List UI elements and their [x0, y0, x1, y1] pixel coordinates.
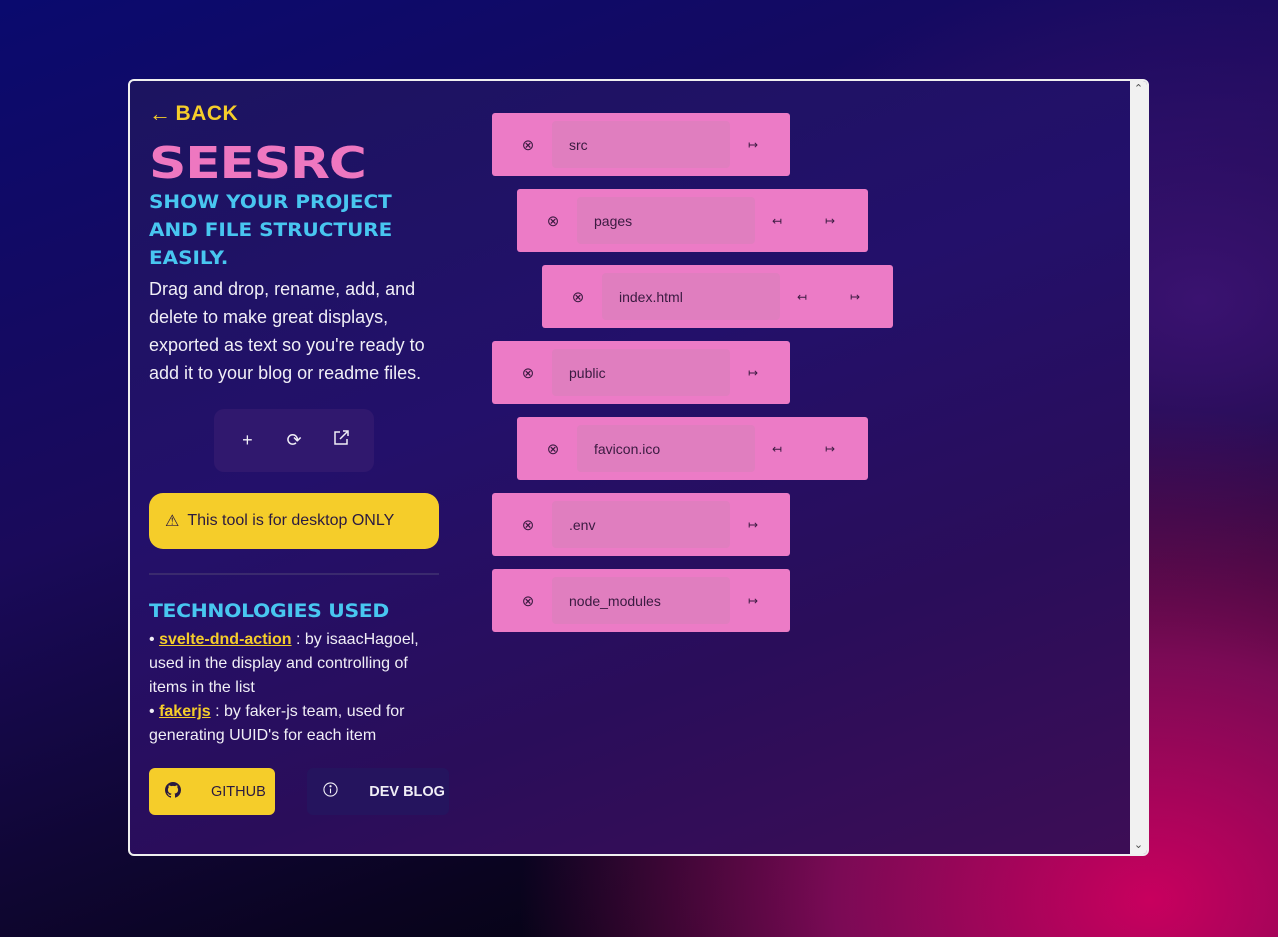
github-label: GITHUB — [211, 783, 266, 800]
fakerjs-link[interactable]: fakerjs — [159, 703, 211, 720]
add-icon[interactable]: + — [232, 430, 262, 451]
github-icon — [165, 781, 183, 802]
indent-icon[interactable]: ↦ — [748, 518, 758, 532]
description: Drag and drop, rename, add, and delete t… — [149, 279, 425, 383]
dev-blog-button[interactable]: DEV BLOG — [307, 768, 449, 815]
node-name-input[interactable]: pages — [577, 197, 755, 244]
outdent-icon[interactable]: ↤ — [772, 214, 782, 228]
back-link[interactable]: ← BACK — [149, 101, 449, 127]
node-name-input[interactable]: index.html — [602, 273, 780, 320]
left-column: ← BACK SEESRC SHOW YOUR PROJECT AND FILE… — [149, 101, 449, 815]
remove-icon[interactable]: ⊗ — [519, 516, 537, 534]
tech-item: • svelte-dnd-action : by isaacHagoel, us… — [149, 628, 439, 700]
remove-icon[interactable]: ⊗ — [544, 212, 562, 230]
remove-icon[interactable]: ⊗ — [544, 440, 562, 458]
indent-icon[interactable]: ↦ — [850, 290, 860, 304]
remove-icon[interactable]: ⊗ — [569, 288, 587, 306]
node-name-input[interactable]: favicon.ico — [577, 425, 755, 472]
scroll-down-icon[interactable]: ⌄ — [1130, 837, 1147, 854]
indent-icon[interactable]: ↦ — [825, 442, 835, 456]
back-arrow-icon: ← — [149, 101, 172, 126]
dev-blog-label: DEV BLOG — [369, 783, 445, 800]
export-icon[interactable] — [326, 429, 356, 452]
outdent-icon[interactable]: ↤ — [797, 290, 807, 304]
tree-node[interactable]: ⊗ pages ↤ ↦ — [517, 189, 868, 252]
technologies-list: • svelte-dnd-action : by isaacHagoel, us… — [149, 628, 439, 748]
footer-buttons: GITHUB DEV BLOG — [149, 768, 449, 815]
node-name-input[interactable]: .env — [552, 501, 730, 548]
refresh-icon[interactable]: ⟳ — [279, 430, 309, 451]
node-name-input[interactable]: node_modules — [552, 577, 730, 624]
tree-node[interactable]: ⊗ .env ↦ — [492, 493, 790, 556]
tree-node[interactable]: ⊗ index.html ↤ ↦ — [542, 265, 893, 328]
divider — [149, 573, 439, 575]
remove-icon[interactable]: ⊗ — [519, 592, 537, 610]
outdent-icon[interactable]: ↤ — [772, 442, 782, 456]
info-icon — [323, 782, 341, 801]
app-panel: ← BACK SEESRC SHOW YOUR PROJECT AND FILE… — [128, 79, 1149, 856]
tagline: SHOW YOUR PROJECT AND FILE STRUCTURE EAS… — [149, 192, 393, 269]
svelte-dnd-action-link[interactable]: svelte-dnd-action — [159, 631, 291, 648]
indent-icon[interactable]: ↦ — [748, 594, 758, 608]
scroll-up-icon[interactable]: ⌃ — [1130, 81, 1147, 98]
toolbar: + ⟳ — [214, 409, 374, 472]
tree-node[interactable]: ⊗ node_modules ↦ — [492, 569, 790, 632]
node-name-input[interactable]: src — [552, 121, 730, 168]
warning-icon: ⚠ — [165, 513, 180, 530]
bullet: • — [149, 631, 155, 648]
page-title: SEESRC — [149, 138, 367, 189]
warning-text: This tool is for desktop ONLY — [187, 512, 395, 529]
tech-item: • fakerjs : by faker-js team, used for g… — [149, 700, 439, 748]
remove-icon[interactable]: ⊗ — [519, 364, 537, 382]
technologies-heading: TECHNOLOGIES USED — [149, 601, 389, 622]
indent-icon[interactable]: ↦ — [748, 366, 758, 380]
bullet: • — [149, 703, 155, 720]
tree-node[interactable]: ⊗ favicon.ico ↤ ↦ — [517, 417, 868, 480]
scrollbar[interactable]: ⌃ ⌄ — [1130, 81, 1147, 854]
github-button[interactable]: GITHUB — [149, 768, 276, 815]
tree-node[interactable]: ⊗ public ↦ — [492, 341, 790, 404]
desktop-warning: ⚠ This tool is for desktop ONLY — [149, 493, 439, 549]
indent-icon[interactable]: ↦ — [825, 214, 835, 228]
indent-icon[interactable]: ↦ — [748, 138, 758, 152]
back-label: BACK — [175, 102, 239, 125]
node-name-input[interactable]: public — [552, 349, 730, 396]
tree-node[interactable]: ⊗ src ↦ — [492, 113, 790, 176]
remove-icon[interactable]: ⊗ — [519, 136, 537, 154]
